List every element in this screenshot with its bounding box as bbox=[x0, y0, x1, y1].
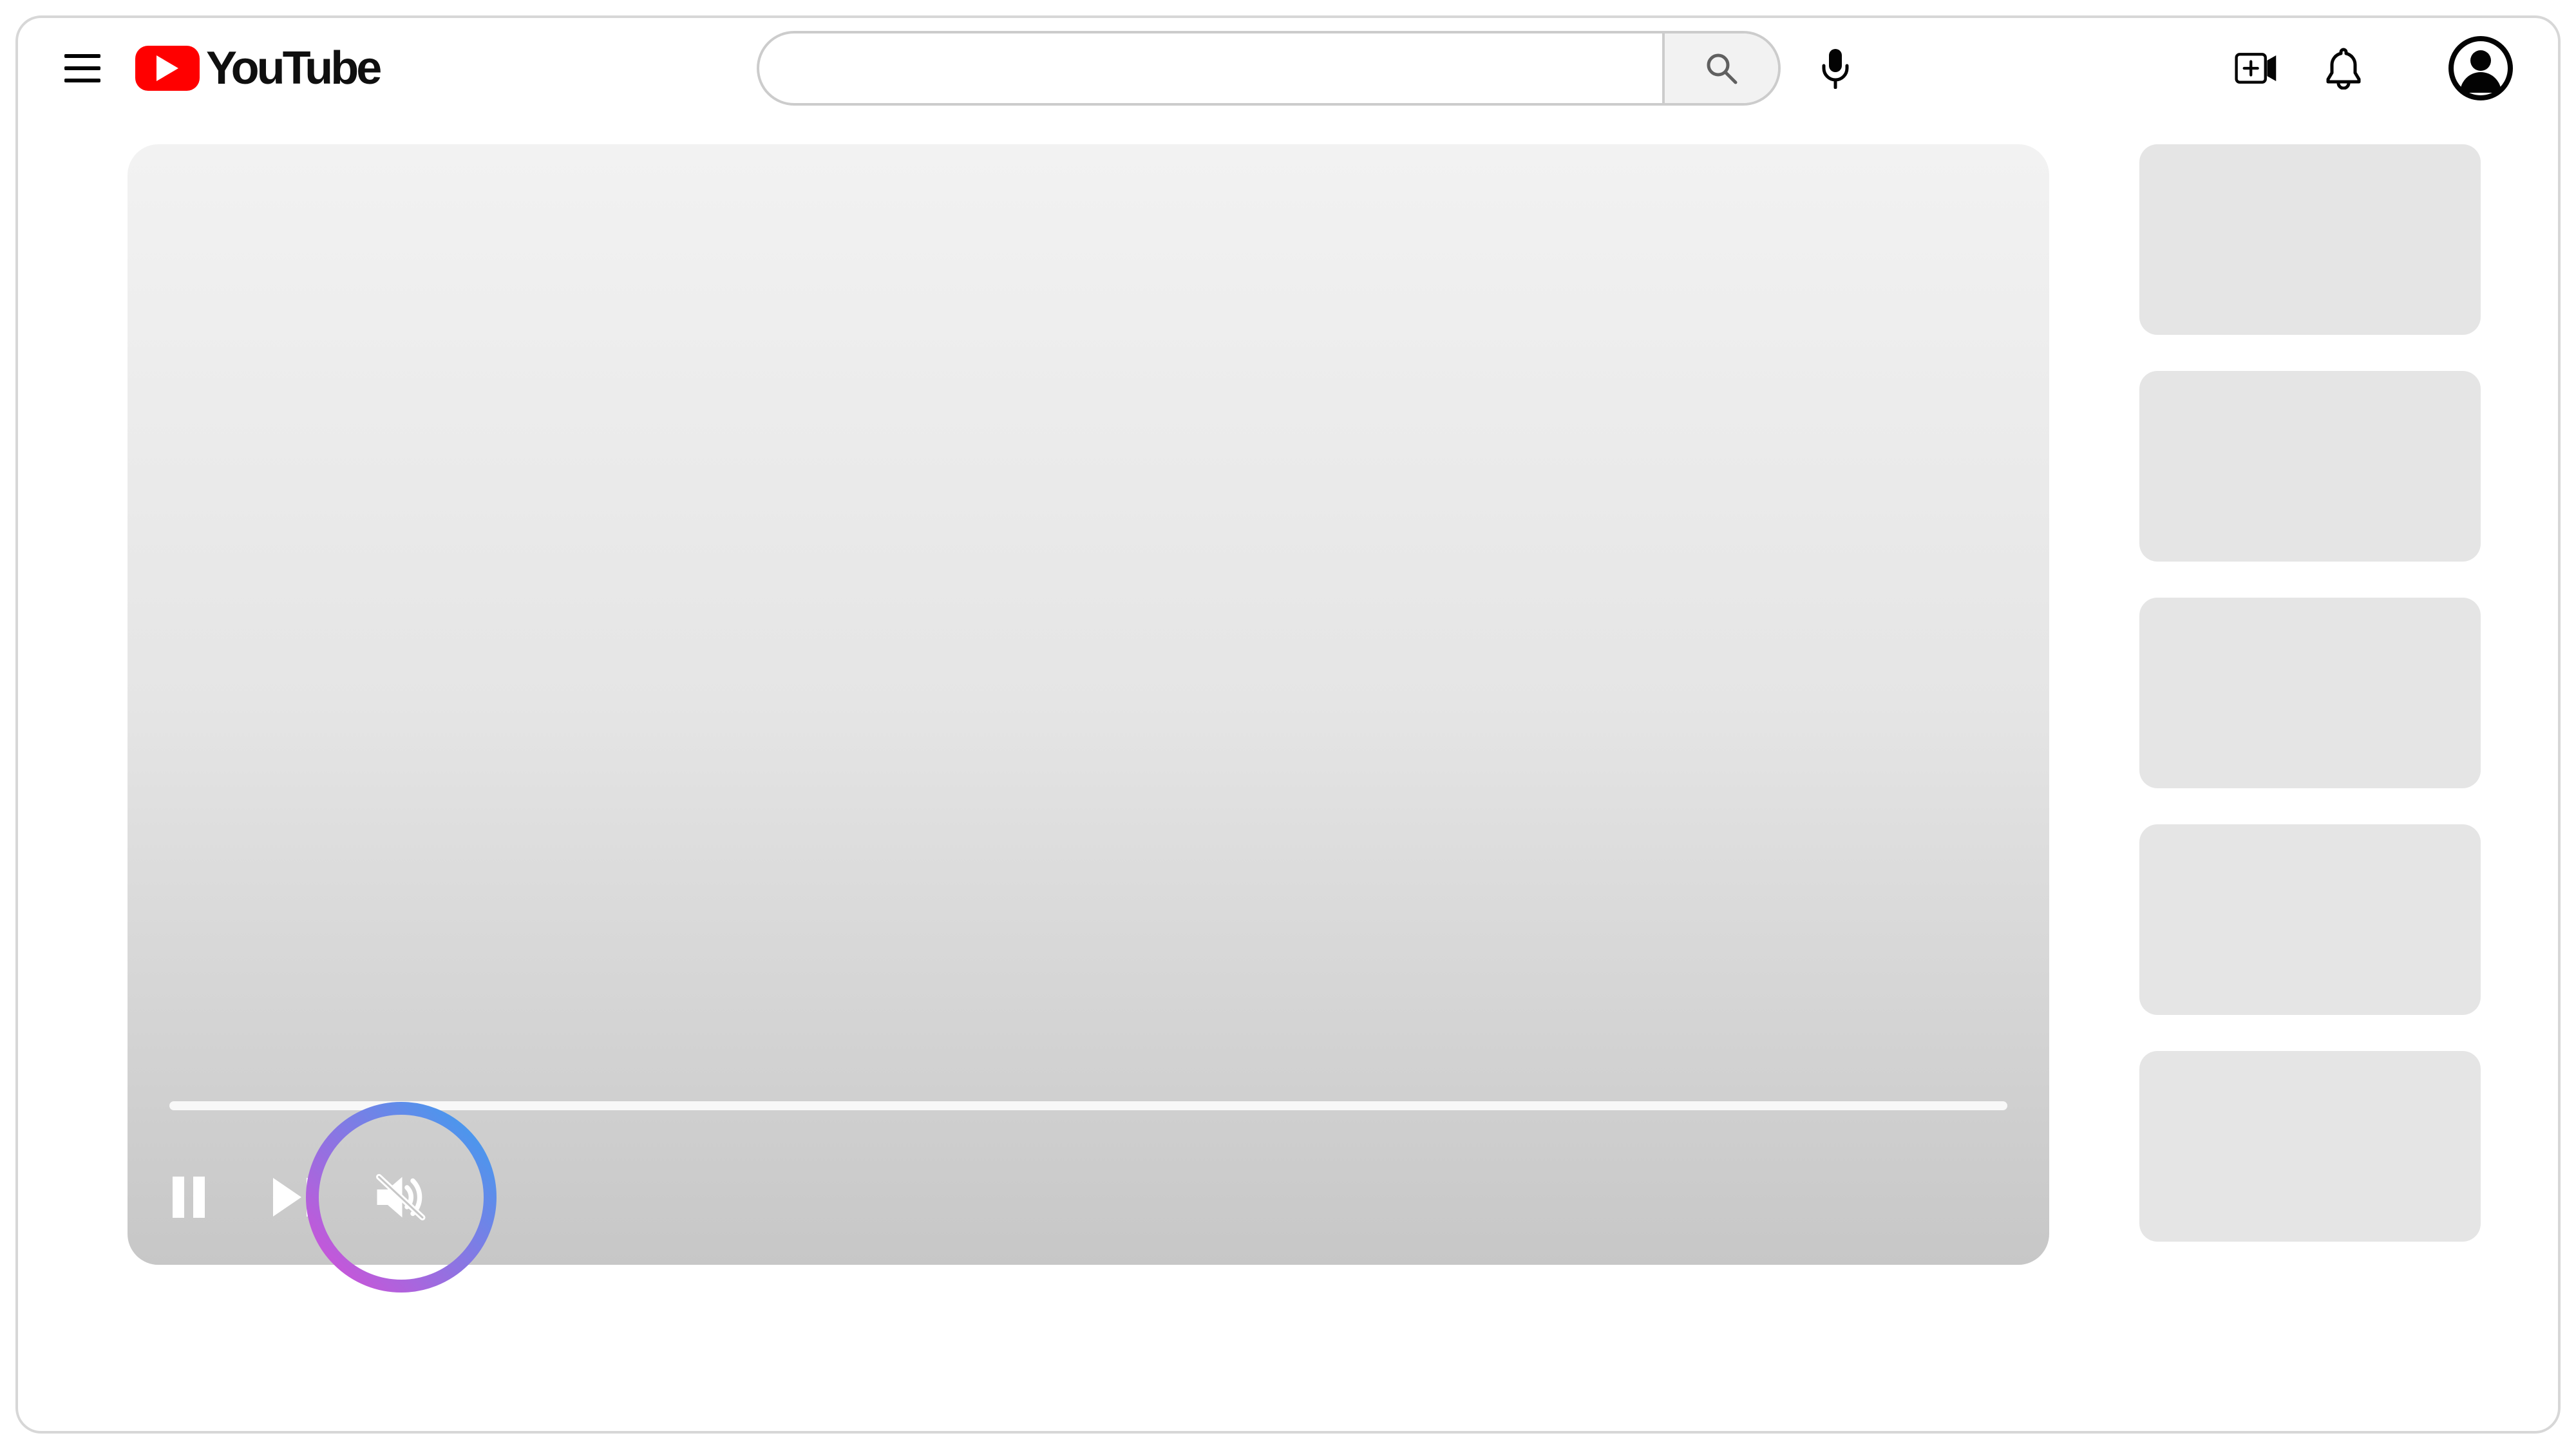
mute-highlight-wrap bbox=[372, 1168, 430, 1226]
bell-icon bbox=[2325, 47, 2362, 90]
search-input[interactable] bbox=[759, 33, 1662, 103]
notifications-button[interactable] bbox=[2322, 47, 2365, 90]
header: YouTube bbox=[18, 18, 2558, 118]
next-icon bbox=[273, 1178, 317, 1217]
search-icon bbox=[1705, 52, 1738, 85]
sidebar-column bbox=[2139, 144, 2481, 1405]
mute-button[interactable] bbox=[372, 1168, 430, 1226]
hamburger-menu-icon[interactable] bbox=[63, 49, 102, 88]
brand-text: YouTube bbox=[206, 42, 379, 95]
video-player[interactable] bbox=[128, 144, 2049, 1265]
user-avatar-icon bbox=[2448, 36, 2513, 100]
search-button[interactable] bbox=[1662, 33, 1778, 103]
app-window: YouTube bbox=[15, 15, 2561, 1434]
progress-bar[interactable] bbox=[169, 1101, 2007, 1110]
youtube-logo[interactable]: YouTube bbox=[135, 42, 379, 95]
search-bar bbox=[757, 31, 1781, 106]
voice-search-button[interactable] bbox=[1813, 46, 1858, 91]
pause-icon bbox=[170, 1177, 207, 1218]
suggested-thumbnail[interactable] bbox=[2139, 824, 2481, 1015]
player-column bbox=[128, 144, 2049, 1405]
play-logo-icon bbox=[135, 46, 200, 91]
video-add-icon bbox=[2235, 50, 2277, 86]
speaker-muted-icon bbox=[372, 1165, 430, 1229]
player-controls bbox=[160, 1168, 430, 1226]
suggested-thumbnail[interactable] bbox=[2139, 371, 2481, 562]
suggested-thumbnail[interactable] bbox=[2139, 144, 2481, 335]
user-avatar-button[interactable] bbox=[2448, 36, 2513, 100]
header-actions bbox=[2235, 36, 2513, 100]
main-content bbox=[18, 118, 2558, 1431]
pause-button[interactable] bbox=[160, 1168, 218, 1226]
search-wrap bbox=[757, 31, 1858, 106]
suggested-thumbnail[interactable] bbox=[2139, 1051, 2481, 1242]
next-button[interactable] bbox=[266, 1168, 324, 1226]
create-button[interactable] bbox=[2235, 47, 2277, 90]
microphone-icon bbox=[1821, 48, 1850, 89]
suggested-thumbnail[interactable] bbox=[2139, 598, 2481, 788]
